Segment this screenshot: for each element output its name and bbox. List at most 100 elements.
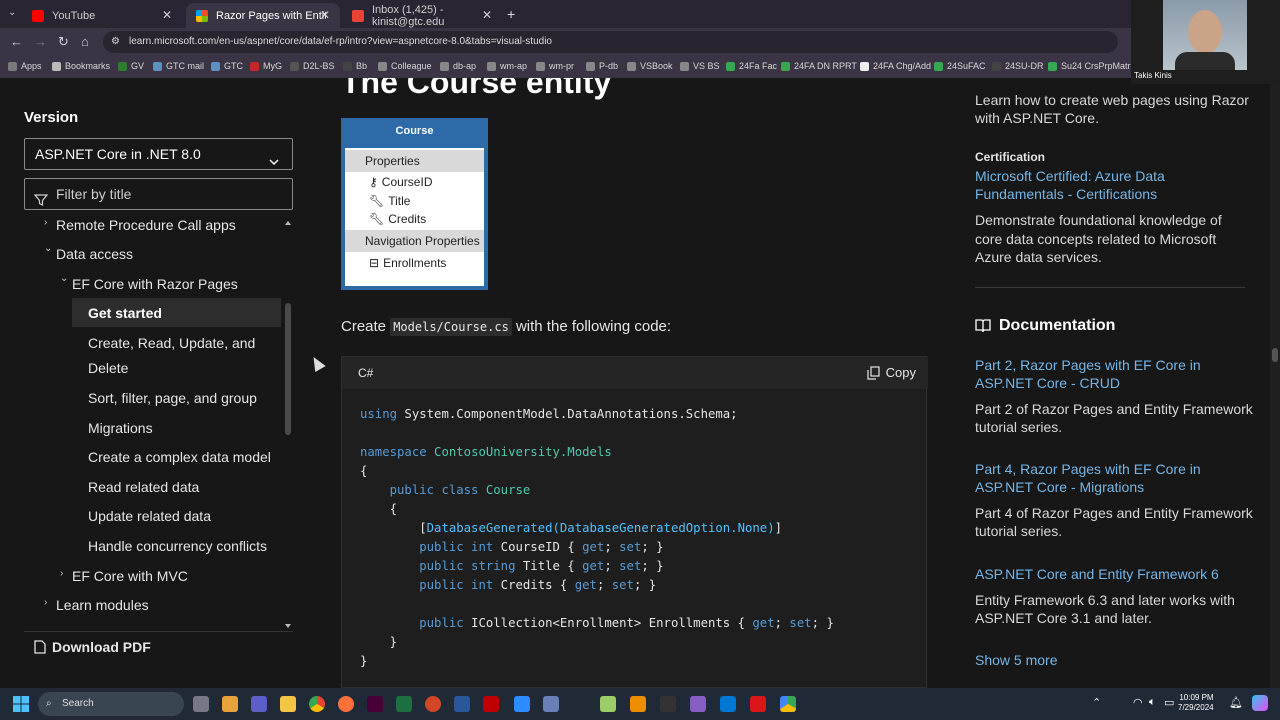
volume-icon[interactable]: 🔈︎ — [1149, 696, 1156, 709]
bookmark-item[interactable]: GTC mail — [153, 61, 204, 71]
bookmark-item[interactable]: MyG — [250, 61, 282, 71]
taskbar-search[interactable]: ⌕ Search — [38, 692, 184, 716]
word-icon[interactable] — [454, 696, 470, 712]
show-more-link[interactable]: Show 5 more — [975, 651, 1057, 670]
excel-icon[interactable] — [396, 696, 412, 712]
drive-icon[interactable] — [780, 696, 796, 712]
bookmark-item[interactable]: 24SU-DR — [992, 61, 1044, 71]
bookmark-item[interactable]: Su24 CrsPrpMatrix — [1048, 61, 1137, 71]
bookmark-item[interactable]: wm-pr — [536, 61, 574, 71]
vlc-icon[interactable] — [630, 696, 646, 712]
tab-razor-pages[interactable]: Razor Pages with Entity Framew ✕ — [186, 3, 340, 28]
toc-item-read-related[interactable]: Read related data — [88, 479, 199, 495]
toc-item-ef-core-razor[interactable]: ⌄ EF Core with Razor Pages — [60, 273, 238, 292]
reload-icon[interactable]: ↻ — [58, 34, 69, 50]
doc-description: tutorial series. — [975, 523, 1063, 539]
doc-description: ASP.NET Core 3.1 and later. — [975, 610, 1152, 626]
firefox-icon[interactable] — [338, 696, 354, 712]
vscode-icon[interactable] — [720, 696, 736, 712]
toc-item-remote-procedure-call[interactable]: › Remote Procedure Call apps — [44, 217, 236, 233]
toc-item-concurrency[interactable]: Handle concurrency conflicts — [88, 538, 267, 554]
forward-icon[interactable]: → — [34, 34, 47, 49]
powerpoint-icon[interactable] — [425, 696, 441, 712]
address-bar[interactable]: ⚙ learn.microsoft.com/en-us/aspnet/core/… — [103, 31, 1118, 53]
copy-button[interactable]: Copy — [867, 365, 916, 380]
notepad-icon[interactable] — [600, 696, 616, 712]
notification-icon[interactable]: 🔔︎ — [1229, 696, 1243, 709]
download-pdf-button[interactable]: Download PDF — [34, 639, 151, 655]
zoom-app-icon[interactable] — [514, 696, 530, 712]
bookmark-item[interactable]: wm-ap — [487, 61, 527, 71]
site-info-icon[interactable]: ⚙ — [111, 31, 120, 53]
copilot-icon[interactable] — [1252, 695, 1268, 711]
bookmark-item[interactable]: 24Fa Fac — [726, 61, 777, 71]
acrobat-icon[interactable] — [750, 696, 766, 712]
battery-icon[interactable]: ▭ — [1164, 696, 1174, 709]
new-tab-button[interactable]: + — [507, 6, 515, 22]
page-scrollbar[interactable] — [1270, 78, 1280, 688]
bookmark-item[interactable]: Bb — [343, 61, 367, 71]
toc-item-get-started[interactable]: Get started — [88, 305, 162, 321]
bookmark-item[interactable]: 24FA DN RPRT — [781, 61, 857, 71]
close-icon[interactable]: ✕ — [320, 8, 330, 22]
windows-start-icon[interactable] — [13, 696, 29, 712]
bookmark-item[interactable]: D2L-BS — [290, 61, 335, 71]
visual-studio-icon[interactable] — [690, 696, 706, 712]
file-explorer-icon[interactable] — [280, 696, 296, 712]
bookmark-item[interactable]: GV — [118, 61, 144, 71]
tray-chevron-icon[interactable]: ⌃ — [1092, 696, 1101, 709]
toc-item-sort-filter[interactable]: Sort, filter, page, and group — [88, 390, 257, 406]
doc-link-migrations[interactable]: Part 4, Razor Pages with EF Core in — [975, 460, 1201, 479]
app-icon[interactable] — [543, 696, 559, 712]
close-icon[interactable]: ✕ — [482, 8, 492, 22]
widgets-icon[interactable] — [222, 696, 238, 712]
bookmark-item[interactable]: Bookmarks — [52, 61, 110, 71]
toc-item-crud-cont[interactable]: Delete — [88, 360, 128, 376]
clock-time: 10:09 PM — [1179, 693, 1214, 702]
certification-link[interactable]: Fundamentals - Certifications — [975, 185, 1157, 204]
toc-item-migrations[interactable]: Migrations — [88, 420, 153, 436]
toc-scrollbar-thumb[interactable] — [285, 303, 291, 435]
clock[interactable]: 10:09 PM 7/29/2024 — [1178, 693, 1214, 713]
toc-item-complex-model[interactable]: Create a complex data model — [88, 449, 271, 465]
terminal-icon[interactable] — [660, 696, 676, 712]
tab-youtube[interactable]: YouTube ✕ — [22, 3, 182, 28]
bookmark-item[interactable]: 24FA Chg/Add — [860, 61, 931, 71]
toc-item-ef-core-mvc[interactable]: › EF Core with MVC — [60, 568, 188, 584]
doc-link-migrations[interactable]: ASP.NET Core - Migrations — [975, 478, 1144, 497]
bookmark-item[interactable]: VSBook — [627, 61, 673, 71]
bookmark-item[interactable]: VS BS — [680, 61, 720, 71]
bookmark-favicon — [860, 61, 869, 71]
tab-menu-icon[interactable]: ⌄ — [8, 7, 16, 18]
close-icon[interactable]: ✕ — [162, 8, 172, 22]
bookmark-item[interactable]: 24SuFAC — [934, 61, 986, 71]
certification-link[interactable]: Microsoft Certified: Azure Data — [975, 167, 1165, 186]
teams-icon[interactable] — [251, 696, 267, 712]
page-scrollbar-thumb[interactable] — [1272, 348, 1278, 362]
toc-item-learn-modules[interactable]: › Learn modules — [44, 597, 149, 613]
version-select[interactable]: ASP.NET Core in .NET 8.0 — [24, 138, 293, 170]
home-icon[interactable]: ⌂ — [81, 34, 89, 49]
documentation-heading: Documentation — [975, 317, 1115, 335]
bookmark-item[interactable]: P-db — [586, 61, 618, 71]
chrome-icon[interactable] — [309, 696, 325, 712]
toc-item-update-related[interactable]: Update related data — [88, 508, 211, 524]
bookmark-item[interactable]: db-ap — [440, 61, 476, 71]
tab-gmail[interactable]: Inbox (1,425) - kinist@gtc.edu ✕ — [342, 3, 502, 28]
filter-input[interactable]: Filter by title — [24, 178, 293, 210]
bookmark-item[interactable]: Colleague — [378, 61, 432, 71]
back-icon[interactable]: ← — [10, 34, 23, 49]
dreamweaver-icon[interactable] — [367, 696, 383, 712]
filezilla-icon[interactable] — [483, 696, 499, 712]
bookmark-favicon — [781, 61, 790, 71]
bookmark-item[interactable]: Apps — [8, 61, 42, 71]
code-header: C# Copy — [342, 357, 928, 389]
wifi-icon[interactable]: ◠ — [1133, 696, 1143, 709]
doc-link-crud[interactable]: ASP.NET Core - CRUD — [975, 374, 1120, 393]
doc-link-crud[interactable]: Part 2, Razor Pages with EF Core in — [975, 356, 1201, 375]
task-view-icon[interactable] — [193, 696, 209, 712]
toc-item-data-access[interactable]: ⌄ Data access — [44, 243, 133, 262]
bookmark-item[interactable]: GTC — [211, 61, 243, 71]
toc-item-crud[interactable]: Create, Read, Update, and — [88, 335, 255, 351]
doc-link-ef6[interactable]: ASP.NET Core and Entity Framework 6 — [975, 565, 1219, 584]
